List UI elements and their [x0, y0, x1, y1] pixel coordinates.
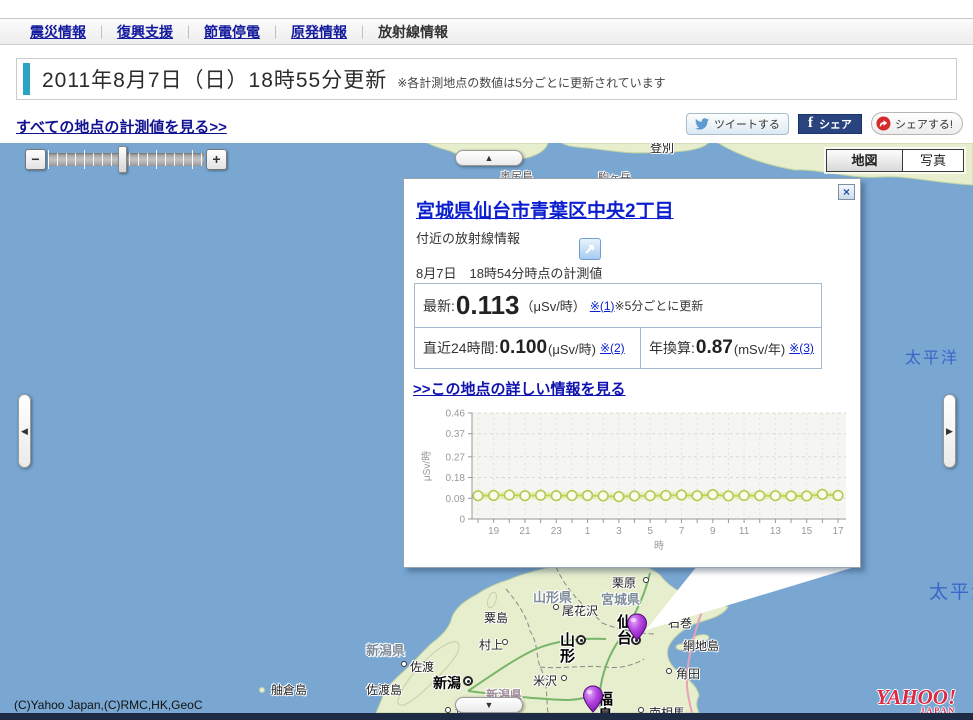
- facebook-share-button[interactable]: f シェア: [798, 114, 862, 134]
- svg-text:0.09: 0.09: [446, 494, 466, 505]
- radiation-map-page: 震災情報 ｜ 復興支援 ｜ 節電停電 ｜ 原発情報 ｜ 放射線情報 2011年8月7日（日）18…: [0, 0, 973, 720]
- annual-cell: 年換算: 0.87 (mSv/年) ※(3): [641, 328, 821, 368]
- svg-text:17: 17: [832, 526, 844, 537]
- update-note: ※各計測地点の数値は5分ごとに更新されています: [397, 68, 665, 91]
- zoom-in-button[interactable]: +: [206, 149, 227, 170]
- svg-text:13: 13: [770, 526, 782, 537]
- pan-down-button[interactable]: ▼: [455, 697, 523, 713]
- radiation-pin-福島[interactable]: [582, 685, 604, 713]
- popout-arrow-glyph: [583, 242, 597, 256]
- zoom-slider-handle[interactable]: [118, 146, 127, 173]
- recent24h-unit: (μSv/時): [548, 339, 596, 358]
- update-header: 2011年8月7日（日）18時55分更新 ※各計測地点の数値は5分ごとに更新され…: [16, 58, 957, 100]
- map-copyright: (C)Yahoo Japan,(C)RMC,HK,GeoC: [14, 698, 203, 712]
- pan-up-button[interactable]: ▲: [455, 150, 523, 166]
- trend-chart: 00.090.180.270.370.461921231357911131517…: [418, 401, 854, 558]
- share-label: シェアする!: [895, 116, 953, 132]
- nav-item-0[interactable]: 震災情報: [30, 22, 86, 42]
- nav-item-2[interactable]: 節電停電: [204, 22, 260, 42]
- nav-separator: ｜: [95, 22, 108, 41]
- detail-link[interactable]: >>この地点の詳しい情報を見る: [413, 378, 626, 399]
- recent24h-cell: 直近24時間: 0.100 (μSv/時) ※(2): [415, 328, 641, 368]
- facebook-f-icon: f: [808, 115, 813, 132]
- svg-text:11: 11: [739, 526, 750, 537]
- zoom-control: − +: [25, 149, 227, 170]
- svg-text:μSv/時: μSv/時: [421, 451, 433, 481]
- measurement-time-caption: 8月7日 18時54分時点の計測値: [416, 263, 602, 282]
- popup-subtitle: 付近の放射線情報: [416, 228, 848, 247]
- yahoo-japan-logo[interactable]: YAHOO! JAPAN: [876, 687, 956, 713]
- svg-text:0.27: 0.27: [446, 452, 466, 463]
- pan-right-button[interactable]: ▶: [943, 394, 956, 468]
- nav-item-1[interactable]: 復興支援: [117, 22, 173, 42]
- twitter-bird-icon: [695, 118, 710, 130]
- svg-text:19: 19: [488, 526, 500, 537]
- svg-text:0.18: 0.18: [446, 473, 466, 484]
- accent-bar: [23, 63, 30, 95]
- facebook-share-label: シェア: [819, 116, 852, 132]
- recent24h-note-link[interactable]: ※(2): [600, 341, 625, 355]
- latest-label: 最新:: [423, 296, 455, 316]
- svg-text:0: 0: [459, 515, 465, 526]
- update-title: 2011年8月7日（日）18時55分更新: [42, 64, 387, 94]
- svg-text:15: 15: [801, 526, 813, 537]
- svg-text:0.46: 0.46: [446, 409, 466, 420]
- annual-value: 0.87: [696, 337, 733, 359]
- nav-separator: ｜: [356, 22, 369, 41]
- tweet-label: ツイートする: [714, 116, 780, 132]
- svg-text:5: 5: [647, 526, 653, 537]
- pan-left-button[interactable]: ◀: [18, 394, 31, 468]
- top-nav: 震災情報 ｜ 復興支援 ｜ 節電停電 ｜ 原発情報 ｜ 放射線情報: [0, 18, 973, 45]
- recent24h-label: 直近24時間:: [423, 338, 498, 358]
- map-type-photo-button[interactable]: 写真: [903, 150, 963, 171]
- share-button[interactable]: シェアする!: [871, 112, 963, 135]
- social-buttons: ツイートする f シェア シェアする!: [686, 112, 963, 135]
- nav-separator: ｜: [269, 22, 282, 41]
- latest-note-link[interactable]: ※(1): [590, 299, 615, 313]
- info-popup: × 宮城県仙台市青葉区中央2丁目 付近の放射線情報 8月7日 18時54分時点の…: [403, 178, 861, 568]
- svg-text:7: 7: [679, 526, 685, 537]
- map-type-map-button[interactable]: 地図: [827, 150, 903, 171]
- latest-note: ※5分ごとに更新: [615, 297, 704, 314]
- nav-item-4: 放射線情報: [378, 22, 448, 42]
- radiation-pin-仙台[interactable]: [626, 613, 648, 646]
- zoom-out-button[interactable]: −: [25, 149, 46, 170]
- secondary-row: 直近24時間: 0.100 (μSv/時) ※(2) 年換算: 0.87 (mS…: [415, 328, 821, 368]
- external-link-icon[interactable]: [579, 238, 601, 260]
- recent24h-value: 0.100: [499, 337, 547, 359]
- map-type-switch: 地図 写真: [826, 149, 964, 172]
- latest-row: 最新: 0.113 （μSv/時） ※(1) ※5分ごとに更新: [415, 284, 821, 328]
- nav-item-3[interactable]: 原発情報: [291, 22, 347, 42]
- measurement-table: 最新: 0.113 （μSv/時） ※(1) ※5分ごとに更新 直近24時間: …: [414, 283, 822, 369]
- annual-note-link[interactable]: ※(3): [789, 341, 814, 355]
- svg-text:1: 1: [585, 526, 591, 537]
- svg-text:21: 21: [519, 526, 531, 537]
- annual-label: 年換算:: [649, 338, 695, 358]
- zoom-slider-track[interactable]: [48, 153, 204, 166]
- svg-text:23: 23: [551, 526, 563, 537]
- nav-separator: ｜: [182, 22, 195, 41]
- annual-unit: (mSv/年): [734, 339, 785, 358]
- all-points-link[interactable]: すべての地点の計測値を見る>>: [16, 116, 227, 137]
- share-arrow-icon: [876, 116, 891, 131]
- latest-value: 0.113: [456, 290, 520, 321]
- close-icon[interactable]: ×: [838, 184, 855, 200]
- tweet-button[interactable]: ツイートする: [686, 113, 789, 135]
- latest-unit: （μSv/時）: [521, 296, 586, 315]
- svg-text:0.37: 0.37: [446, 429, 466, 440]
- svg-text:9: 9: [710, 526, 716, 537]
- svg-text:時: 時: [654, 540, 664, 552]
- bottom-strip: [0, 713, 973, 720]
- popup-location-link[interactable]: 宮城県仙台市青葉区中央2丁目: [416, 196, 848, 223]
- svg-text:3: 3: [616, 526, 622, 537]
